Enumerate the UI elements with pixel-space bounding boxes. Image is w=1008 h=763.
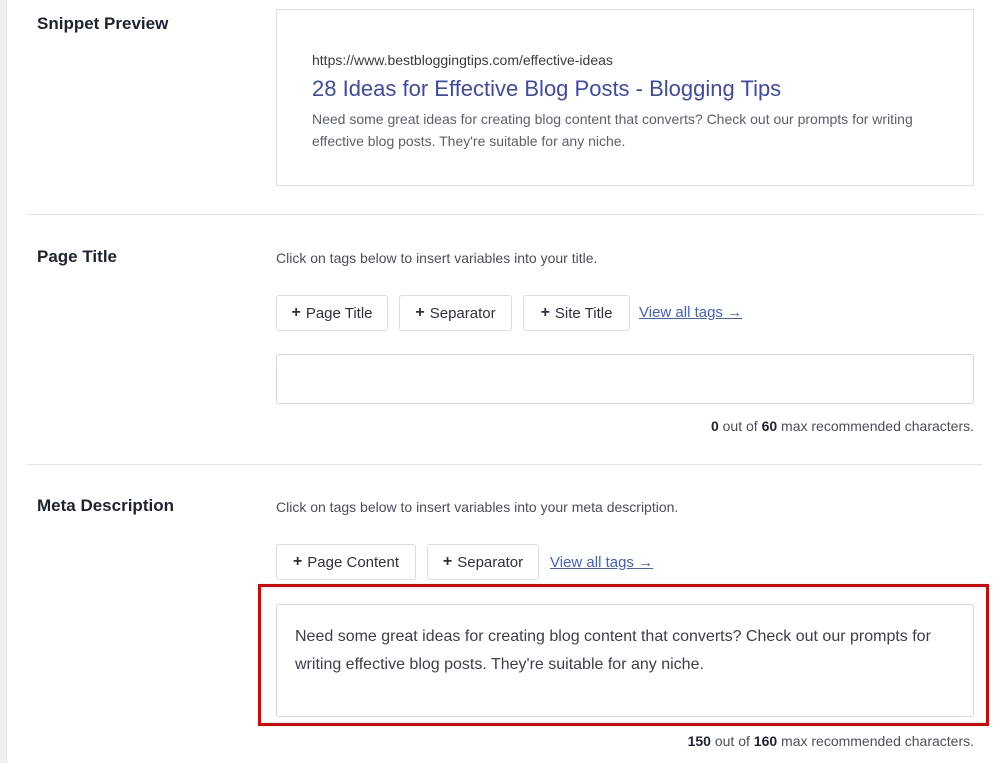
plus-icon: + [415,304,425,321]
arrow-right-icon: → [727,304,743,321]
page-title-char-counter: 0 out of 60 max recommended characters. [711,418,974,434]
page-title-label: Page Title [37,247,117,266]
char-count-suffix: max recommended characters. [777,418,974,434]
plus-icon: + [442,553,453,570]
char-count-middle: out of [710,733,754,749]
tag-label: Separator [429,304,496,322]
view-all-tags-label: View all tags [639,304,723,321]
meta-description-helper-text: Click on tags below to insert variables … [276,499,679,515]
tag-label: Site Title [554,304,613,322]
arrow-right-icon: → [638,554,654,571]
tag-separator-button[interactable]: + Separator [399,295,512,331]
view-all-tags-link[interactable]: View all tags → [550,554,653,571]
snippet-url: https://www.bestbloggingtips.com/effecti… [312,52,613,68]
page-title-input[interactable] [276,354,974,404]
left-edge [0,0,7,763]
meta-description-textarea[interactable]: Need some great ideas for creating blog … [276,604,974,717]
tag-separator-button[interactable]: + Separator [427,544,539,580]
meta-description-label: Meta Description [37,496,174,515]
char-count-max: 160 [753,733,778,749]
tag-label: Page Content [307,553,400,571]
meta-description-char-counter: 150 out of 160 max recommended character… [688,733,974,749]
char-count-current: 0 [710,418,719,434]
plus-icon: + [291,304,301,321]
tag-label: Separator [457,553,524,571]
view-all-tags-label: View all tags [550,554,634,571]
view-all-tags-link[interactable]: View all tags → [639,304,742,321]
plus-icon: + [292,553,303,570]
divider [27,464,983,465]
divider [27,214,983,215]
tag-page-content-button[interactable]: + Page Content [276,544,416,580]
tag-label: Page Title [305,304,373,322]
char-count-middle: out of [718,418,762,434]
snippet-preview-label: Snippet Preview [37,14,169,33]
snippet-title: 28 Ideas for Effective Blog Posts - Blog… [312,76,782,101]
page-title-helper-text: Click on tags below to insert variables … [276,250,598,266]
snippet-description: Need some great ideas for creating blog … [312,111,913,149]
char-count-max: 60 [761,418,778,434]
plus-icon: + [540,304,550,321]
char-count-current: 150 [687,733,711,749]
tag-site-title-button[interactable]: + Site Title [523,295,630,331]
char-count-suffix: max recommended characters. [777,733,974,749]
seo-settings-panel: Snippet Preview https://www.bestblogging… [0,0,1008,763]
snippet-preview-box: https://www.bestbloggingtips.com/effecti… [276,9,974,186]
tag-page-title-button[interactable]: + Page Title [276,295,388,331]
